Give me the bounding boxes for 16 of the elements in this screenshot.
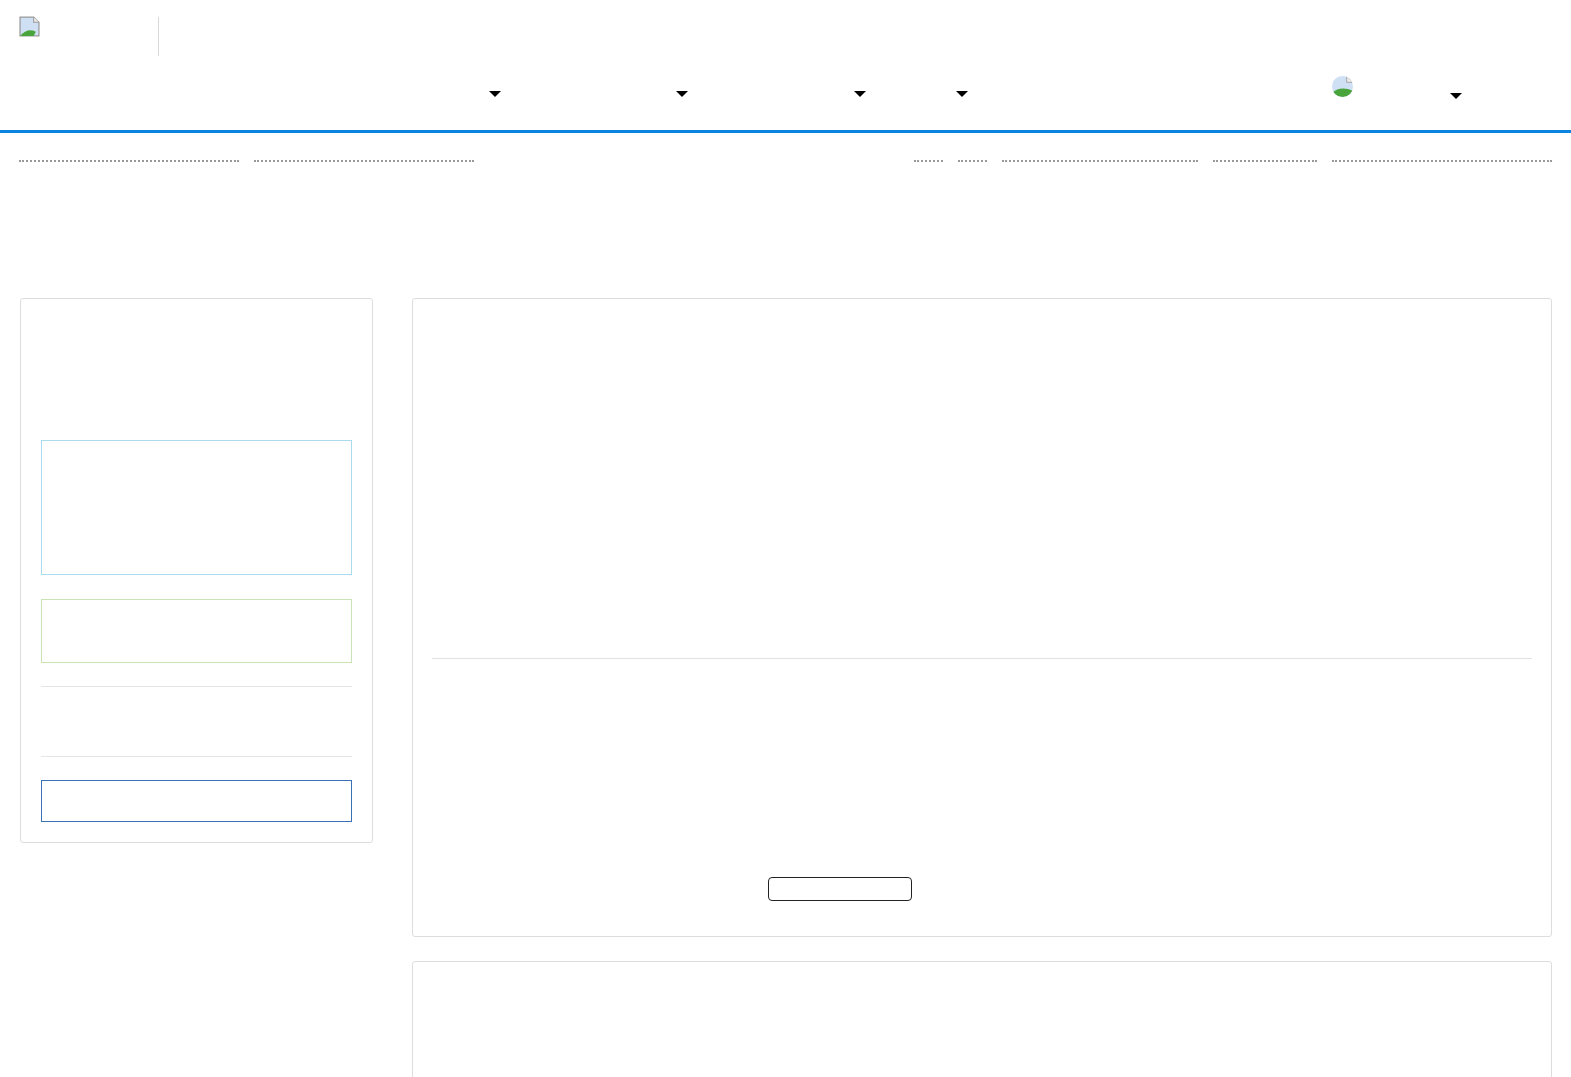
link-underline[interactable] xyxy=(1002,158,1198,162)
caret-icon[interactable] xyxy=(489,91,501,97)
link-underline[interactable] xyxy=(914,158,943,162)
link-underline[interactable] xyxy=(1213,158,1317,162)
link-underline[interactable] xyxy=(1332,158,1552,162)
link-underline[interactable] xyxy=(254,158,474,162)
empty-button[interactable] xyxy=(768,877,912,901)
caret-icon[interactable] xyxy=(676,91,688,97)
caret-icon[interactable] xyxy=(1450,93,1462,99)
avatar-icon[interactable] xyxy=(1332,76,1353,97)
broken-image-icon xyxy=(19,16,40,37)
link-underline[interactable] xyxy=(958,158,987,162)
caret-icon[interactable] xyxy=(956,91,968,97)
input-field[interactable] xyxy=(41,780,352,822)
caret-icon[interactable] xyxy=(854,91,866,97)
link-underline[interactable] xyxy=(19,158,239,162)
